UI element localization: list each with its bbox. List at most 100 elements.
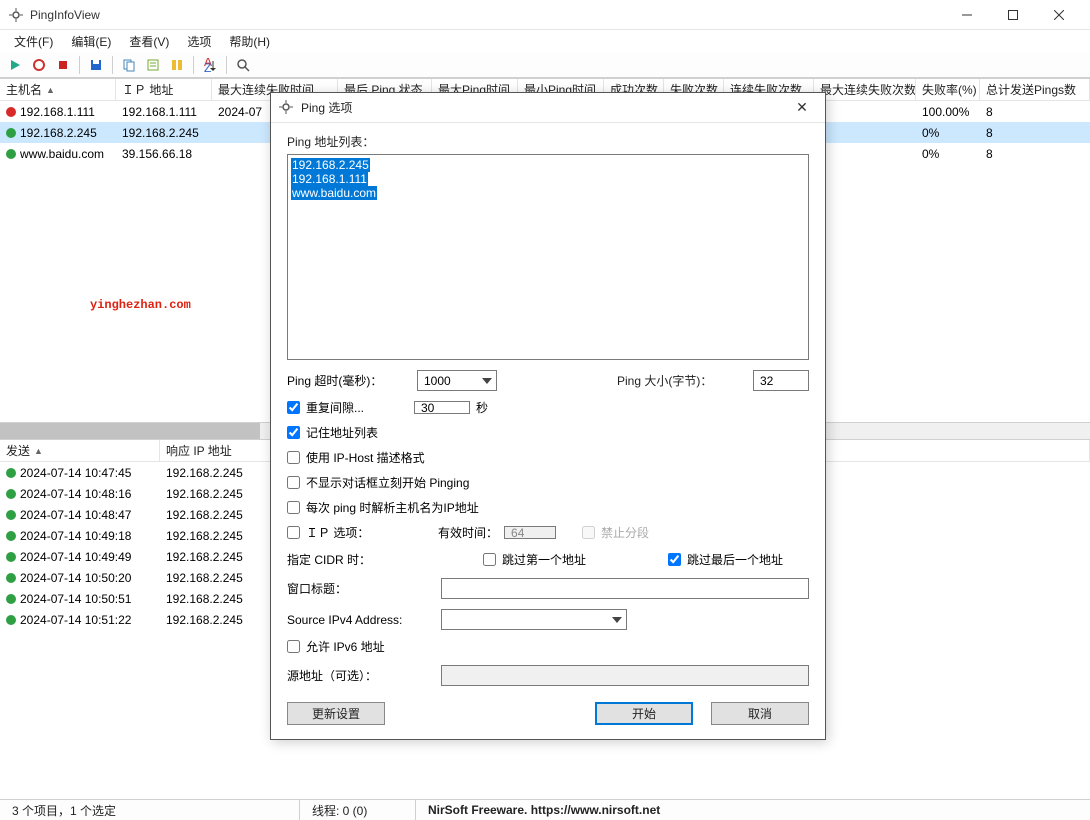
col-ip[interactable]: ＩＰ 地址 — [116, 79, 212, 100]
iphost-checkbox[interactable] — [287, 451, 300, 464]
ping-options-dialog: Ping 选项 ✕ Ping 地址列表： 192.168.2.245 192.1… — [270, 92, 826, 740]
status-dot-icon — [6, 615, 16, 625]
dialog-close-icon[interactable]: ✕ — [787, 97, 817, 119]
stop-icon[interactable] — [28, 54, 50, 76]
app-icon — [8, 7, 24, 23]
menu-help[interactable]: 帮助(H) — [221, 31, 278, 52]
srcopt-input — [441, 665, 809, 686]
update-settings-button[interactable]: 更新设置 — [287, 702, 385, 725]
address-entry[interactable]: 192.168.1.111 — [291, 172, 368, 186]
ttl-input — [504, 526, 556, 539]
timeout-label: Ping 超时(毫秒)： — [287, 372, 411, 389]
cell-ip: 192.168.1.111 — [116, 105, 212, 119]
resolve-checkbox[interactable] — [287, 501, 300, 514]
window-controls — [944, 0, 1082, 30]
ipv6-label: 允许 IPv6 地址 — [306, 638, 385, 655]
close-button[interactable] — [1036, 0, 1082, 30]
status-dot-icon — [6, 594, 16, 604]
status-dot-icon — [6, 510, 16, 520]
record-icon[interactable] — [52, 54, 74, 76]
ipopt-checkbox[interactable] — [287, 526, 300, 539]
cancel-button[interactable]: 取消 — [711, 702, 809, 725]
status-dot-icon — [6, 149, 16, 159]
col-failrate[interactable]: 失败率(%) — [916, 79, 980, 100]
wintitle-label: 窗口标题： — [287, 580, 411, 597]
srcopt-label: 源地址（可选）： — [287, 667, 411, 684]
cell-time: 2024-07-14 10:51:22 — [20, 613, 131, 627]
window-title: PingInfoView — [30, 8, 944, 22]
separator — [112, 56, 113, 74]
play-icon[interactable] — [4, 54, 26, 76]
cell-failrate: 0% — [916, 147, 980, 161]
nofrag-label: 禁止分段 — [601, 524, 649, 541]
toolbar: AZ — [0, 52, 1090, 78]
remember-checkbox[interactable] — [287, 426, 300, 439]
col-totalpings[interactable]: 总计发送Pings数 — [980, 79, 1090, 100]
size-label: Ping 大小(字节)： — [617, 372, 747, 389]
sort-asc-icon: ▲ — [34, 446, 43, 456]
status-dot-icon — [6, 128, 16, 138]
scroll-thumb[interactable] — [0, 423, 260, 439]
menu-view[interactable]: 查看(V) — [121, 31, 177, 52]
status-bar: 3 个项目，1 个选定 线程: 0 (0) NirSoft Freeware. … — [0, 799, 1090, 820]
cols-icon[interactable] — [166, 54, 188, 76]
repeat-checkbox[interactable] — [287, 401, 300, 414]
minimize-button[interactable] — [944, 0, 990, 30]
srcip-label: Source IPv4 Address: — [287, 613, 411, 627]
status-dot-icon — [6, 107, 16, 117]
address-entry[interactable]: 192.168.2.245 — [291, 158, 370, 172]
col-maxconsec[interactable]: 最大连续失败次数 — [814, 79, 916, 100]
svg-text:Z: Z — [204, 61, 211, 72]
wintitle-input[interactable] — [441, 578, 809, 599]
menu-edit[interactable]: 编辑(E) — [63, 31, 119, 52]
iphost-label: 使用 IP-Host 描述格式 — [306, 449, 425, 466]
find-icon[interactable] — [232, 54, 254, 76]
status-dot-icon — [6, 468, 16, 478]
skip-last-checkbox[interactable] — [668, 553, 681, 566]
cell-ip: 39.156.66.18 — [116, 147, 212, 161]
sort-asc-icon: ▲ — [46, 85, 55, 95]
nofrag-checkbox — [582, 526, 595, 539]
cell-time: 2024-07-14 10:48:16 — [20, 487, 131, 501]
sort-icon[interactable]: AZ — [199, 54, 221, 76]
save-icon[interactable] — [85, 54, 107, 76]
ipv6-checkbox[interactable] — [287, 640, 300, 653]
separator — [193, 56, 194, 74]
menu-file[interactable]: 文件(F) — [6, 31, 61, 52]
cell-pings: 8 — [980, 126, 1090, 140]
start-button[interactable]: 开始 — [595, 702, 693, 725]
status-dot-icon — [6, 552, 16, 562]
cidr-label: 指定 CIDR 时： — [287, 551, 411, 568]
cell-pings: 8 — [980, 147, 1090, 161]
size-input[interactable] — [753, 370, 809, 391]
ipopt-label: ＩＰ 选项： — [306, 524, 406, 541]
address-list-input[interactable]: 192.168.2.245 192.168.1.111 www.baidu.co… — [287, 154, 809, 360]
nodlg-checkbox[interactable] — [287, 476, 300, 489]
cell-ip: 192.168.2.245 — [116, 126, 212, 140]
address-entry[interactable]: www.baidu.com — [291, 186, 377, 200]
timeout-input[interactable] — [417, 370, 497, 391]
cell-host: 192.168.2.245 — [20, 126, 97, 140]
col-host[interactable]: 主机名▲ — [0, 79, 116, 100]
cell-host: 192.168.1.111 — [20, 105, 95, 119]
status-threads: 线程: 0 (0) — [300, 800, 416, 820]
dialog-title-bar[interactable]: Ping 选项 ✕ — [271, 93, 825, 123]
cell-time: 2024-07-14 10:49:49 — [20, 550, 131, 564]
status-dot-icon — [6, 573, 16, 583]
status-credit: NirSoft Freeware. https://www.nirsoft.ne… — [416, 800, 1090, 820]
skip-last-label: 跳过最后一个地址 — [687, 551, 783, 568]
cell-host: www.baidu.com — [20, 147, 104, 161]
menu-bar: 文件(F) 编辑(E) 查看(V) 选项 帮助(H) — [0, 30, 1090, 52]
export-icon[interactable] — [142, 54, 164, 76]
dialog-title: Ping 选项 — [301, 99, 787, 116]
col-send[interactable]: 发送▲ — [0, 440, 160, 461]
copy-icon[interactable] — [118, 54, 140, 76]
repeat-input[interactable] — [414, 401, 470, 414]
repeat-label: 重复间隙... — [306, 399, 408, 416]
separator — [79, 56, 80, 74]
maximize-button[interactable] — [990, 0, 1036, 30]
srcip-input[interactable] — [441, 609, 627, 630]
menu-options[interactable]: 选项 — [179, 31, 219, 52]
skip-first-checkbox[interactable] — [483, 553, 496, 566]
address-list-label: Ping 地址列表： — [287, 133, 809, 150]
